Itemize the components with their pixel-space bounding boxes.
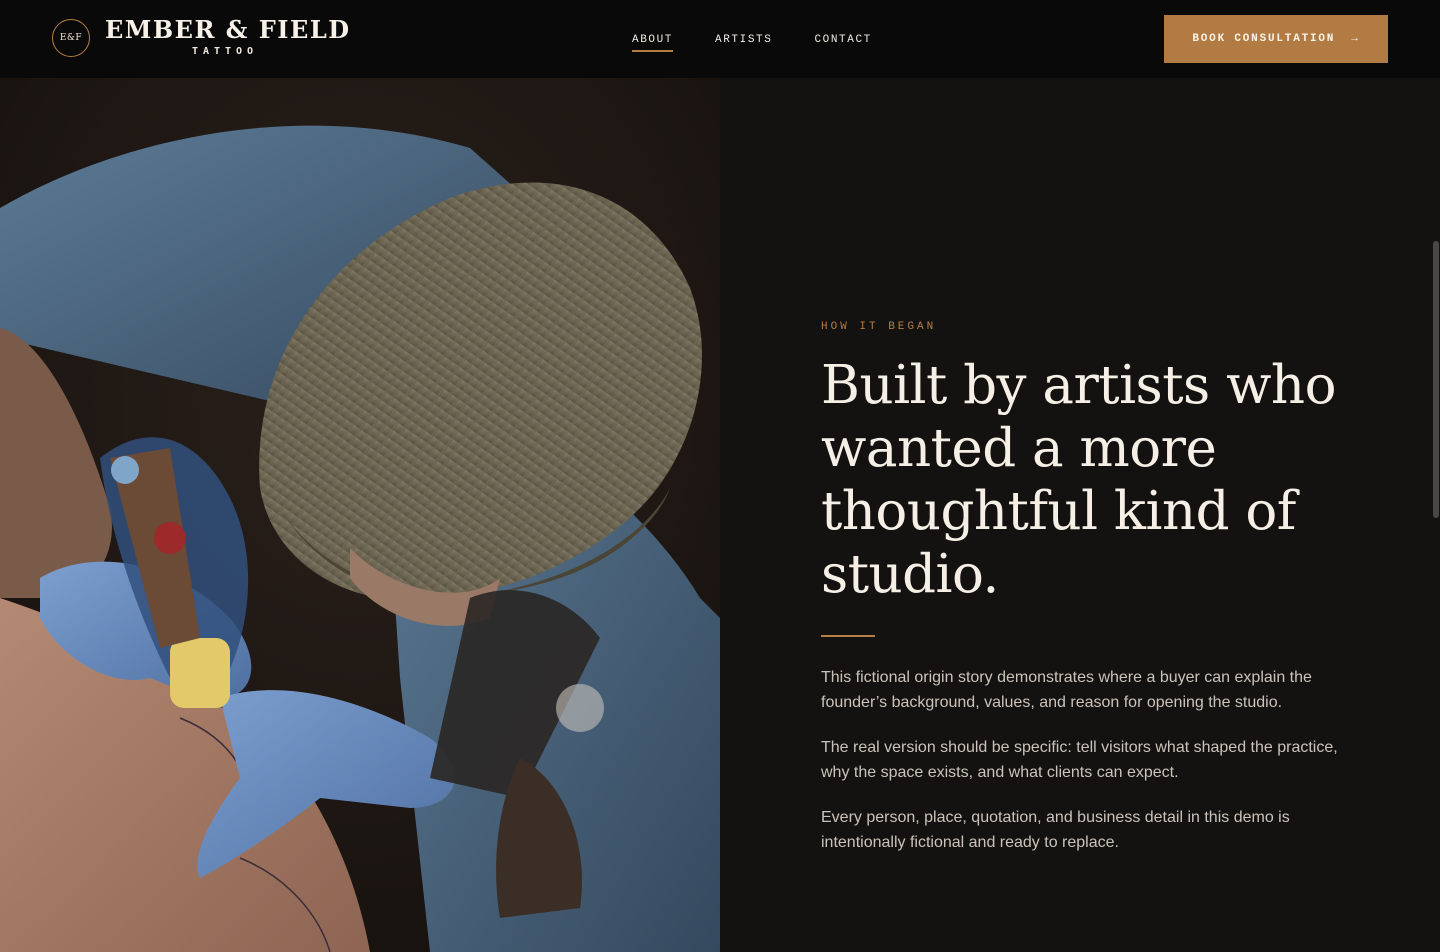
tattoo-artist-photo — [0, 78, 720, 952]
page-title: Built by artists who wanted a more thoug… — [821, 355, 1336, 605]
body-paragraph: Every person, place, quotation, and busi… — [821, 809, 1290, 851]
section-eyebrow: HOW IT BEGAN — [821, 321, 937, 333]
logo-badge[interactable]: E&F — [52, 19, 90, 57]
cta-label: BOOK CONSULTATION — [1192, 33, 1336, 45]
book-consultation-button[interactable]: BOOK CONSULTATION → — [1164, 15, 1388, 63]
nav-contact[interactable]: CONTACT — [814, 34, 871, 52]
site-header: E&F EMBER & FIELD TATTOO ABOUT ARTISTS C… — [0, 0, 1440, 78]
scrollbar-thumb[interactable] — [1433, 241, 1439, 518]
body-paragraph: This fictional origin story demonstrates… — [821, 669, 1312, 711]
main-nav: ABOUT ARTISTS CONTACT — [632, 34, 872, 52]
page-scrollbar[interactable] — [1432, 78, 1440, 952]
nav-artists[interactable]: ARTISTS — [715, 34, 772, 52]
arrow-right-icon: → — [1351, 33, 1360, 45]
body-paragraph: The real version should be specific: tel… — [821, 739, 1338, 781]
brand-tagline: TATTOO — [191, 46, 259, 57]
brand-name[interactable]: EMBER & FIELD — [105, 15, 351, 45]
nav-about[interactable]: ABOUT — [632, 34, 674, 52]
accent-divider — [821, 635, 875, 637]
